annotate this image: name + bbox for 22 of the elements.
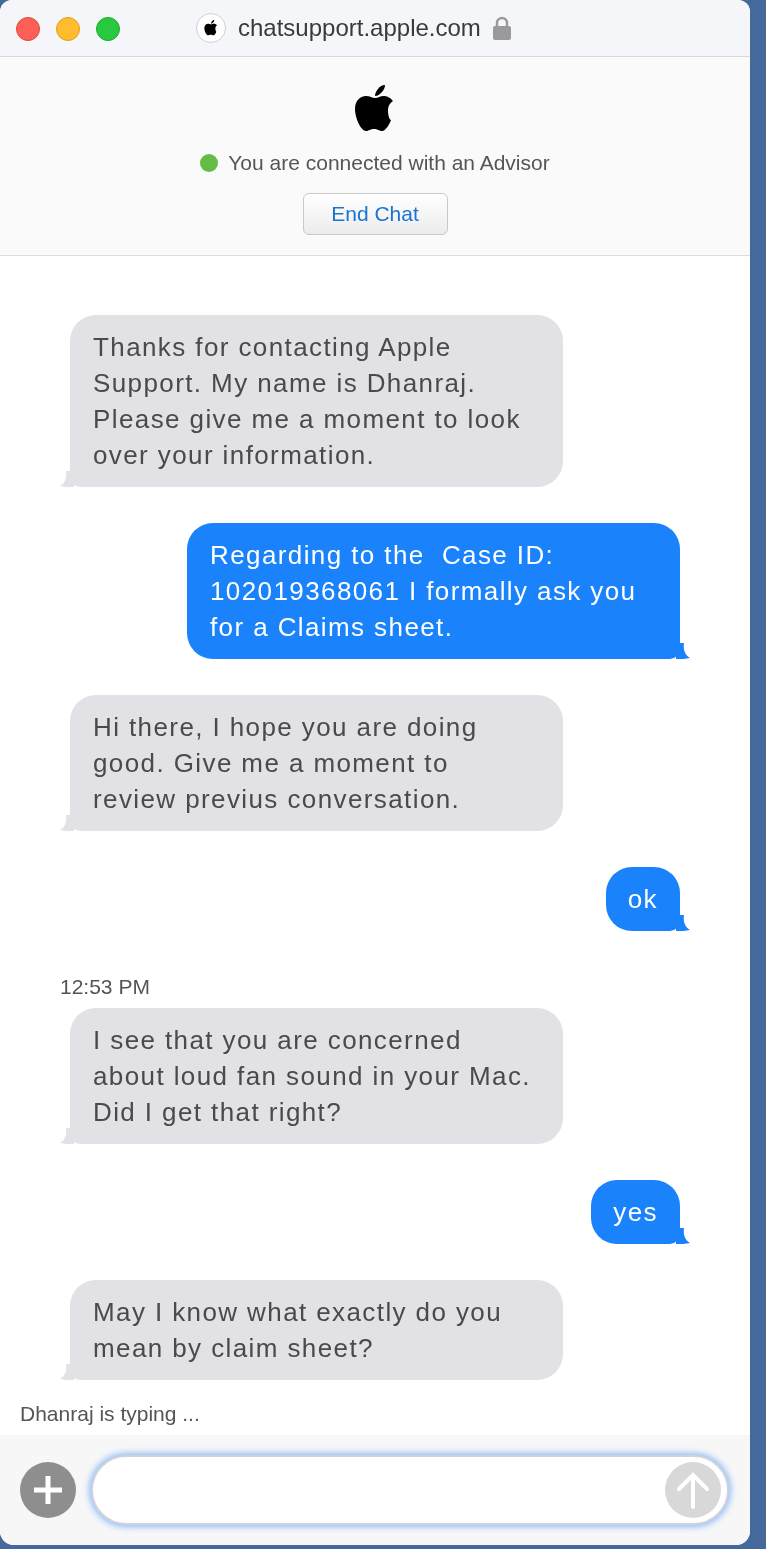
up-arrow-icon <box>676 1471 710 1509</box>
bubble-tail <box>60 1364 74 1380</box>
bubble-tail <box>60 815 74 831</box>
minimize-button[interactable] <box>56 17 80 41</box>
bubble-tail <box>676 915 690 931</box>
close-button[interactable] <box>16 17 40 41</box>
zoom-button[interactable] <box>96 17 120 41</box>
apple-logo-icon <box>355 85 395 133</box>
bubble-tail <box>60 471 74 487</box>
send-button[interactable] <box>665 1462 721 1518</box>
typing-indicator: Dhanraj is typing ... <box>20 1400 200 1427</box>
bubble-tail <box>676 643 690 659</box>
url-text: chatsupport.apple.com <box>238 13 481 43</box>
status-text: You are connected with an Advisor <box>228 150 550 176</box>
message-input-field[interactable] <box>91 1455 729 1525</box>
add-button[interactable] <box>20 1462 76 1518</box>
timestamp: 12:53 PM <box>60 975 151 999</box>
apple-logo-icon <box>204 20 218 36</box>
bubble-tail <box>60 1128 74 1144</box>
bubble-tail <box>676 1228 690 1244</box>
end-chat-button[interactable]: End Chat <box>302 192 448 235</box>
plus-icon <box>32 1474 64 1506</box>
